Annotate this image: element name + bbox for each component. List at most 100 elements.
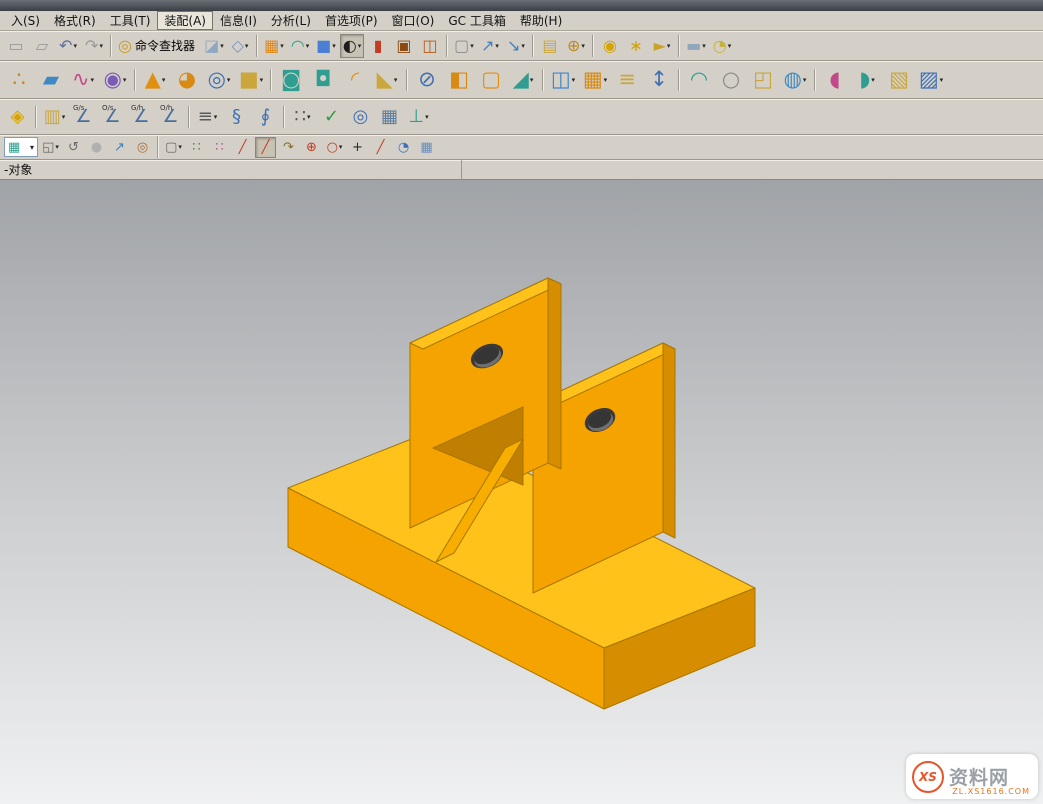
scatter-tool-button[interactable]: ∷ ▾ [289,103,316,131]
gray-sphere-button[interactable]: ● [86,137,107,158]
menu-assemblies[interactable]: 装配(A) [157,11,213,30]
menu-preferences[interactable]: 首选项(P) [318,11,385,30]
plane-tool-button[interactable]: ▰ [36,64,66,96]
dropdown-arrow-icon[interactable]: ▾ [604,76,608,84]
measure-button[interactable]: ▬ ▾ [684,34,708,58]
dropdown-arrow-icon[interactable]: ▾ [803,76,807,84]
menu-gc-toolbox[interactable]: GC 工具箱 [441,11,513,30]
snap-quadrant-button[interactable]: ◔ [393,137,414,158]
revolve-button[interactable]: ◕ [172,64,202,96]
dropdown-arrow-icon[interactable]: ▾ [55,143,59,151]
snap-center-button[interactable]: ⊕ [301,137,322,158]
pattern-feature-button[interactable]: ▦ ▾ [580,64,610,96]
extrude-button[interactable]: ▲ ▾ [140,64,170,96]
table-tool-button[interactable]: ▦ [376,103,403,131]
sketch-grid-snap-button[interactable]: G/s ∠ [70,103,97,131]
draft-button[interactable]: ◢ ▾ [508,64,538,96]
spring-tool-button[interactable]: § [223,103,250,131]
undo-button[interactable]: ↶ ▾ [56,34,80,58]
dropdown-arrow-icon[interactable]: ▾ [940,76,944,84]
dropdown-arrow-icon[interactable]: ▾ [425,113,429,121]
dropdown-arrow-icon[interactable]: ▾ [280,42,284,50]
subtract-button[interactable]: ◘ [308,64,338,96]
dropdown-arrow-icon[interactable]: ▾ [332,42,336,50]
rendering-style-button[interactable]: ◠ ▾ [288,34,312,58]
sketch-button[interactable]: ◪ ▾ [202,34,226,58]
datum-csys-button[interactable]: ⊕ ▾ [564,34,588,58]
command-finder-button[interactable]: ◎ 命令查找器 [116,34,200,58]
point-tool-button[interactable]: ∴ [4,64,34,96]
dropdown-arrow-icon[interactable]: ▾ [667,42,671,50]
highlight-toggle-button[interactable]: ↺ [63,137,84,158]
dropdown-arrow-icon[interactable]: ▾ [178,143,182,151]
sketch-grid-hide-button[interactable]: G/h ∠ [128,103,155,131]
spline-tool-button[interactable]: ∿ ▾ [68,64,98,96]
annotation-button[interactable]: ▥ ▾ [41,103,68,131]
dropdown-arrow-icon[interactable]: ▾ [30,143,34,152]
dropdown-arrow-icon[interactable]: ▾ [358,42,362,50]
selection-filter-button[interactable]: ▦ ▾ [4,137,38,157]
snap-circle-button[interactable]: ○ ▾ [324,137,345,158]
clip-tool-button[interactable]: ∮ [252,103,279,131]
dropdown-arrow-icon[interactable]: ▾ [245,42,249,50]
emboss-button[interactable]: ◰ [748,64,778,96]
scale-body-button[interactable]: ↕ [644,64,674,96]
dropdown-arrow-icon[interactable]: ▾ [702,42,706,50]
window-view-button[interactable]: ▢ ▾ [452,34,476,58]
dropdown-arrow-icon[interactable]: ▾ [530,76,534,84]
dropdown-arrow-icon[interactable]: ▾ [227,76,231,84]
wrap-geometry-button[interactable]: ◍ ▾ [780,64,810,96]
angle-measure-button[interactable]: ◔ ▾ [710,34,734,58]
swept-button[interactable]: ◠ [684,64,714,96]
rear-plate-side-face[interactable] [663,343,675,538]
mirror-feature-button[interactable]: ◫ ▾ [548,64,578,96]
surface-tool-button[interactable]: ◖ [820,64,850,96]
menu-analysis[interactable]: 分析(L) [264,11,318,30]
graphics-viewport[interactable]: XS 资料网 ZL.XS1616.COM [0,180,1043,804]
block-button[interactable]: ■ ▾ [236,64,266,96]
snap-arc-button[interactable]: ↷ [278,137,299,158]
hole-button[interactable]: ◎ ▾ [204,64,234,96]
tube-button[interactable]: ○ [716,64,746,96]
dropdown-arrow-icon[interactable]: ▾ [123,76,127,84]
dropdown-arrow-icon[interactable]: ▾ [62,113,66,121]
vector-up-button[interactable]: ↗ [109,137,130,158]
face-analysis-button[interactable]: ▨ ▾ [916,64,946,96]
sketch-object-hide-button[interactable]: O/h ∠ [157,103,184,131]
snap-midpoint-button[interactable]: ╱ [255,137,276,158]
trim-body-button[interactable]: ⊘ [412,64,442,96]
key-tool-button[interactable]: ∗ [624,34,648,58]
dropdown-arrow-icon[interactable]: ▾ [495,42,499,50]
dropdown-arrow-icon[interactable]: ▾ [220,42,224,50]
sketch-object-snap-button[interactable]: O/s ∠ [99,103,126,131]
dropdown-arrow-icon[interactable]: ▾ [260,76,264,84]
target-point-button[interactable]: ◎ [132,137,153,158]
dropdown-arrow-icon[interactable]: ▾ [307,113,311,121]
dropdown-arrow-icon[interactable]: ▾ [521,42,525,50]
split-body-button[interactable]: ◧ [444,64,474,96]
redo-button[interactable]: ↷ ▾ [82,34,106,58]
menu-format[interactable]: 格式(R) [47,11,103,30]
snap-slash-button[interactable]: ╱ [370,137,391,158]
marquee-select-button[interactable]: ▢ ▾ [163,137,184,158]
sheet-tool-button[interactable]: ▧ [884,64,914,96]
dropdown-arrow-icon[interactable]: ▾ [572,76,576,84]
move-component-button[interactable]: ↗ ▾ [478,34,502,58]
part-list-button[interactable]: ▤ [538,34,562,58]
explode-button[interactable]: ► ▾ [650,34,674,58]
freeform-tool-button[interactable]: ◗ ▾ [852,64,882,96]
front-plate-side-face[interactable] [548,278,561,469]
dropdown-arrow-icon[interactable]: ▾ [871,76,875,84]
component-cube-button[interactable]: ◫ [418,34,442,58]
menu-window[interactable]: 窗口(O) [385,11,442,30]
menu-tools[interactable]: 工具(T) [103,11,158,30]
chamfer-button[interactable]: ◣ ▾ [372,64,402,96]
dropdown-arrow-icon[interactable]: ▾ [394,76,398,84]
csys-tool-button[interactable]: ⊥ ▾ [405,103,432,131]
dropdown-arrow-icon[interactable]: ▾ [91,76,95,84]
datum-plane-button[interactable]: ◇ ▾ [228,34,252,58]
menu-insert[interactable]: 入(S) [4,11,47,30]
dropdown-arrow-icon[interactable]: ▾ [339,143,343,151]
validate-button[interactable]: ✓ [318,103,345,131]
assembly-cube-button[interactable]: ▣ [392,34,416,58]
